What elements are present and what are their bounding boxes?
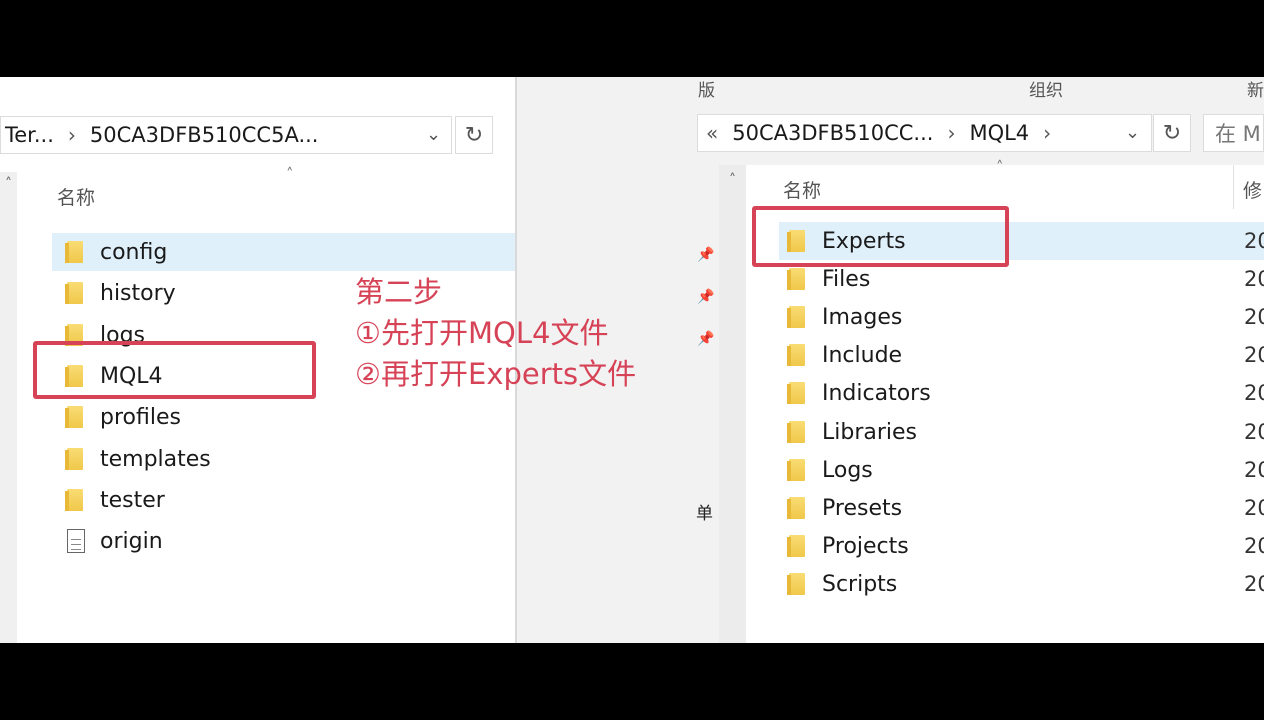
- list-item[interactable]: origin: [52, 522, 516, 560]
- list-item[interactable]: config: [52, 233, 516, 271]
- list-item-label: Projects: [822, 533, 909, 559]
- list-item-label: templates: [100, 446, 211, 472]
- list-item-label: Include: [822, 342, 903, 368]
- list-item-label: Libraries: [822, 419, 918, 445]
- annotation-step-title: 第二步: [355, 275, 443, 309]
- list-item[interactable]: Indicators 20: [779, 374, 1264, 412]
- folder-icon: [787, 573, 805, 595]
- list-item[interactable]: Projects 20: [779, 527, 1264, 565]
- folder-icon: [787, 497, 805, 519]
- list-item[interactable]: Libraries 20: [779, 413, 1264, 451]
- ribbon-label: 新: [1247, 81, 1264, 101]
- date-modified: 20: [1244, 305, 1264, 329]
- refresh-icon[interactable]: ↻: [1153, 114, 1191, 152]
- date-modified: 20: [1244, 458, 1264, 482]
- list-item-label: Logs: [822, 457, 873, 483]
- folder-icon: [65, 241, 83, 263]
- list-item-label: origin: [100, 528, 163, 554]
- refresh-icon[interactable]: ↻: [455, 116, 493, 154]
- folder-icon: [787, 382, 805, 404]
- sort-ascending-icon: ˄: [286, 165, 294, 183]
- list-item[interactable]: profiles: [52, 398, 516, 436]
- breadcrumb-segment[interactable]: 50CA3DFB510CC5A...: [90, 123, 319, 147]
- list-item-label: Images: [822, 304, 903, 330]
- address-bar[interactable]: « 50CA3DFB510CC... › MQL4 ›: [697, 114, 1152, 152]
- list-item[interactable]: Presets 20: [779, 489, 1264, 527]
- list-item[interactable]: Scripts 20: [779, 565, 1264, 603]
- list-item-label: tester: [100, 487, 165, 513]
- address-bar[interactable]: Ter... › 50CA3DFB510CC5A...: [0, 116, 452, 154]
- scrollbar[interactable]: [0, 172, 17, 643]
- list-item-label: Scripts: [822, 571, 898, 597]
- folder-icon: [787, 421, 805, 443]
- breadcrumb-segment[interactable]: Ter...: [5, 123, 54, 147]
- list-item-label: Indicators: [822, 380, 931, 406]
- pin-icon[interactable]: 📌: [697, 331, 714, 347]
- list-item-label: Files: [822, 266, 871, 292]
- instruction-annotation: 第二步 ①先打开MQL4文件 ②再打开Experts文件: [355, 272, 636, 395]
- folder-icon: [65, 448, 83, 470]
- ribbon-strip: [517, 77, 1264, 110]
- ribbon-label: 组织: [1029, 81, 1063, 101]
- date-modified: 20: [1244, 420, 1264, 444]
- folder-icon: [787, 344, 805, 366]
- pin-icon[interactable]: 📌: [697, 247, 714, 263]
- folder-icon: [787, 459, 805, 481]
- date-modified: 20: [1244, 267, 1264, 291]
- pin-icon[interactable]: 📌: [697, 289, 714, 305]
- breadcrumb-segment[interactable]: 50CA3DFB510CC...: [732, 121, 933, 145]
- list-item-label: profiles: [100, 404, 181, 430]
- list-item-label: config: [100, 239, 168, 265]
- search-input[interactable]: 在 M: [1203, 114, 1264, 152]
- column-header-name[interactable]: 名称: [783, 176, 821, 203]
- date-modified: 20: [1244, 381, 1264, 405]
- annotation-step-2: ②再打开Experts文件: [355, 357, 637, 391]
- highlight-box-mql4: [33, 341, 316, 399]
- folder-icon: [787, 268, 805, 290]
- highlight-box-experts: [752, 206, 1009, 267]
- list-item-label: Presets: [822, 495, 903, 521]
- list-item[interactable]: Images 20: [779, 298, 1264, 336]
- list-item[interactable]: templates: [52, 440, 516, 478]
- date-modified: 20: [1244, 534, 1264, 558]
- scrollbar[interactable]: [719, 165, 746, 643]
- folder-icon: [787, 535, 805, 557]
- breadcrumb-separator-icon: ›: [947, 121, 956, 145]
- chevron-down-icon[interactable]: ⌄: [426, 124, 441, 145]
- date-modified: 20: [1244, 572, 1264, 596]
- list-item[interactable]: Logs 20: [779, 451, 1264, 489]
- annotation-step-1: ①先打开MQL4文件: [355, 316, 609, 350]
- date-modified: 20: [1244, 229, 1264, 253]
- search-placeholder: 在 M: [1215, 122, 1261, 146]
- column-header-modified[interactable]: 修: [1243, 176, 1262, 203]
- date-modified: 20: [1244, 496, 1264, 520]
- column-header-name[interactable]: 名称: [57, 183, 95, 210]
- chevron-down-icon[interactable]: ⌄: [1125, 122, 1140, 143]
- history-overflow-icon[interactable]: «: [706, 121, 718, 145]
- folder-icon: [65, 489, 83, 511]
- list-item[interactable]: Include 20: [779, 336, 1264, 374]
- date-modified: 20: [1244, 343, 1264, 367]
- sort-ascending-icon: ˄: [996, 158, 1004, 176]
- scroll-up-icon[interactable]: ˄: [719, 169, 746, 191]
- column-divider: [1233, 165, 1234, 209]
- breadcrumb-segment[interactable]: MQL4: [969, 121, 1029, 145]
- nav-pane-label: 单: [696, 504, 713, 524]
- ribbon-label: 版: [698, 81, 715, 101]
- breadcrumb-separator-icon: ›: [67, 123, 76, 147]
- folder-icon: [65, 282, 83, 304]
- file-icon: [67, 529, 85, 553]
- list-item-label: history: [100, 280, 176, 306]
- folder-icon: [65, 406, 83, 428]
- scroll-up-icon[interactable]: ˄: [0, 174, 17, 194]
- list-item[interactable]: tester: [52, 481, 516, 519]
- folder-icon: [787, 306, 805, 328]
- breadcrumb-separator-icon: ›: [1043, 121, 1052, 145]
